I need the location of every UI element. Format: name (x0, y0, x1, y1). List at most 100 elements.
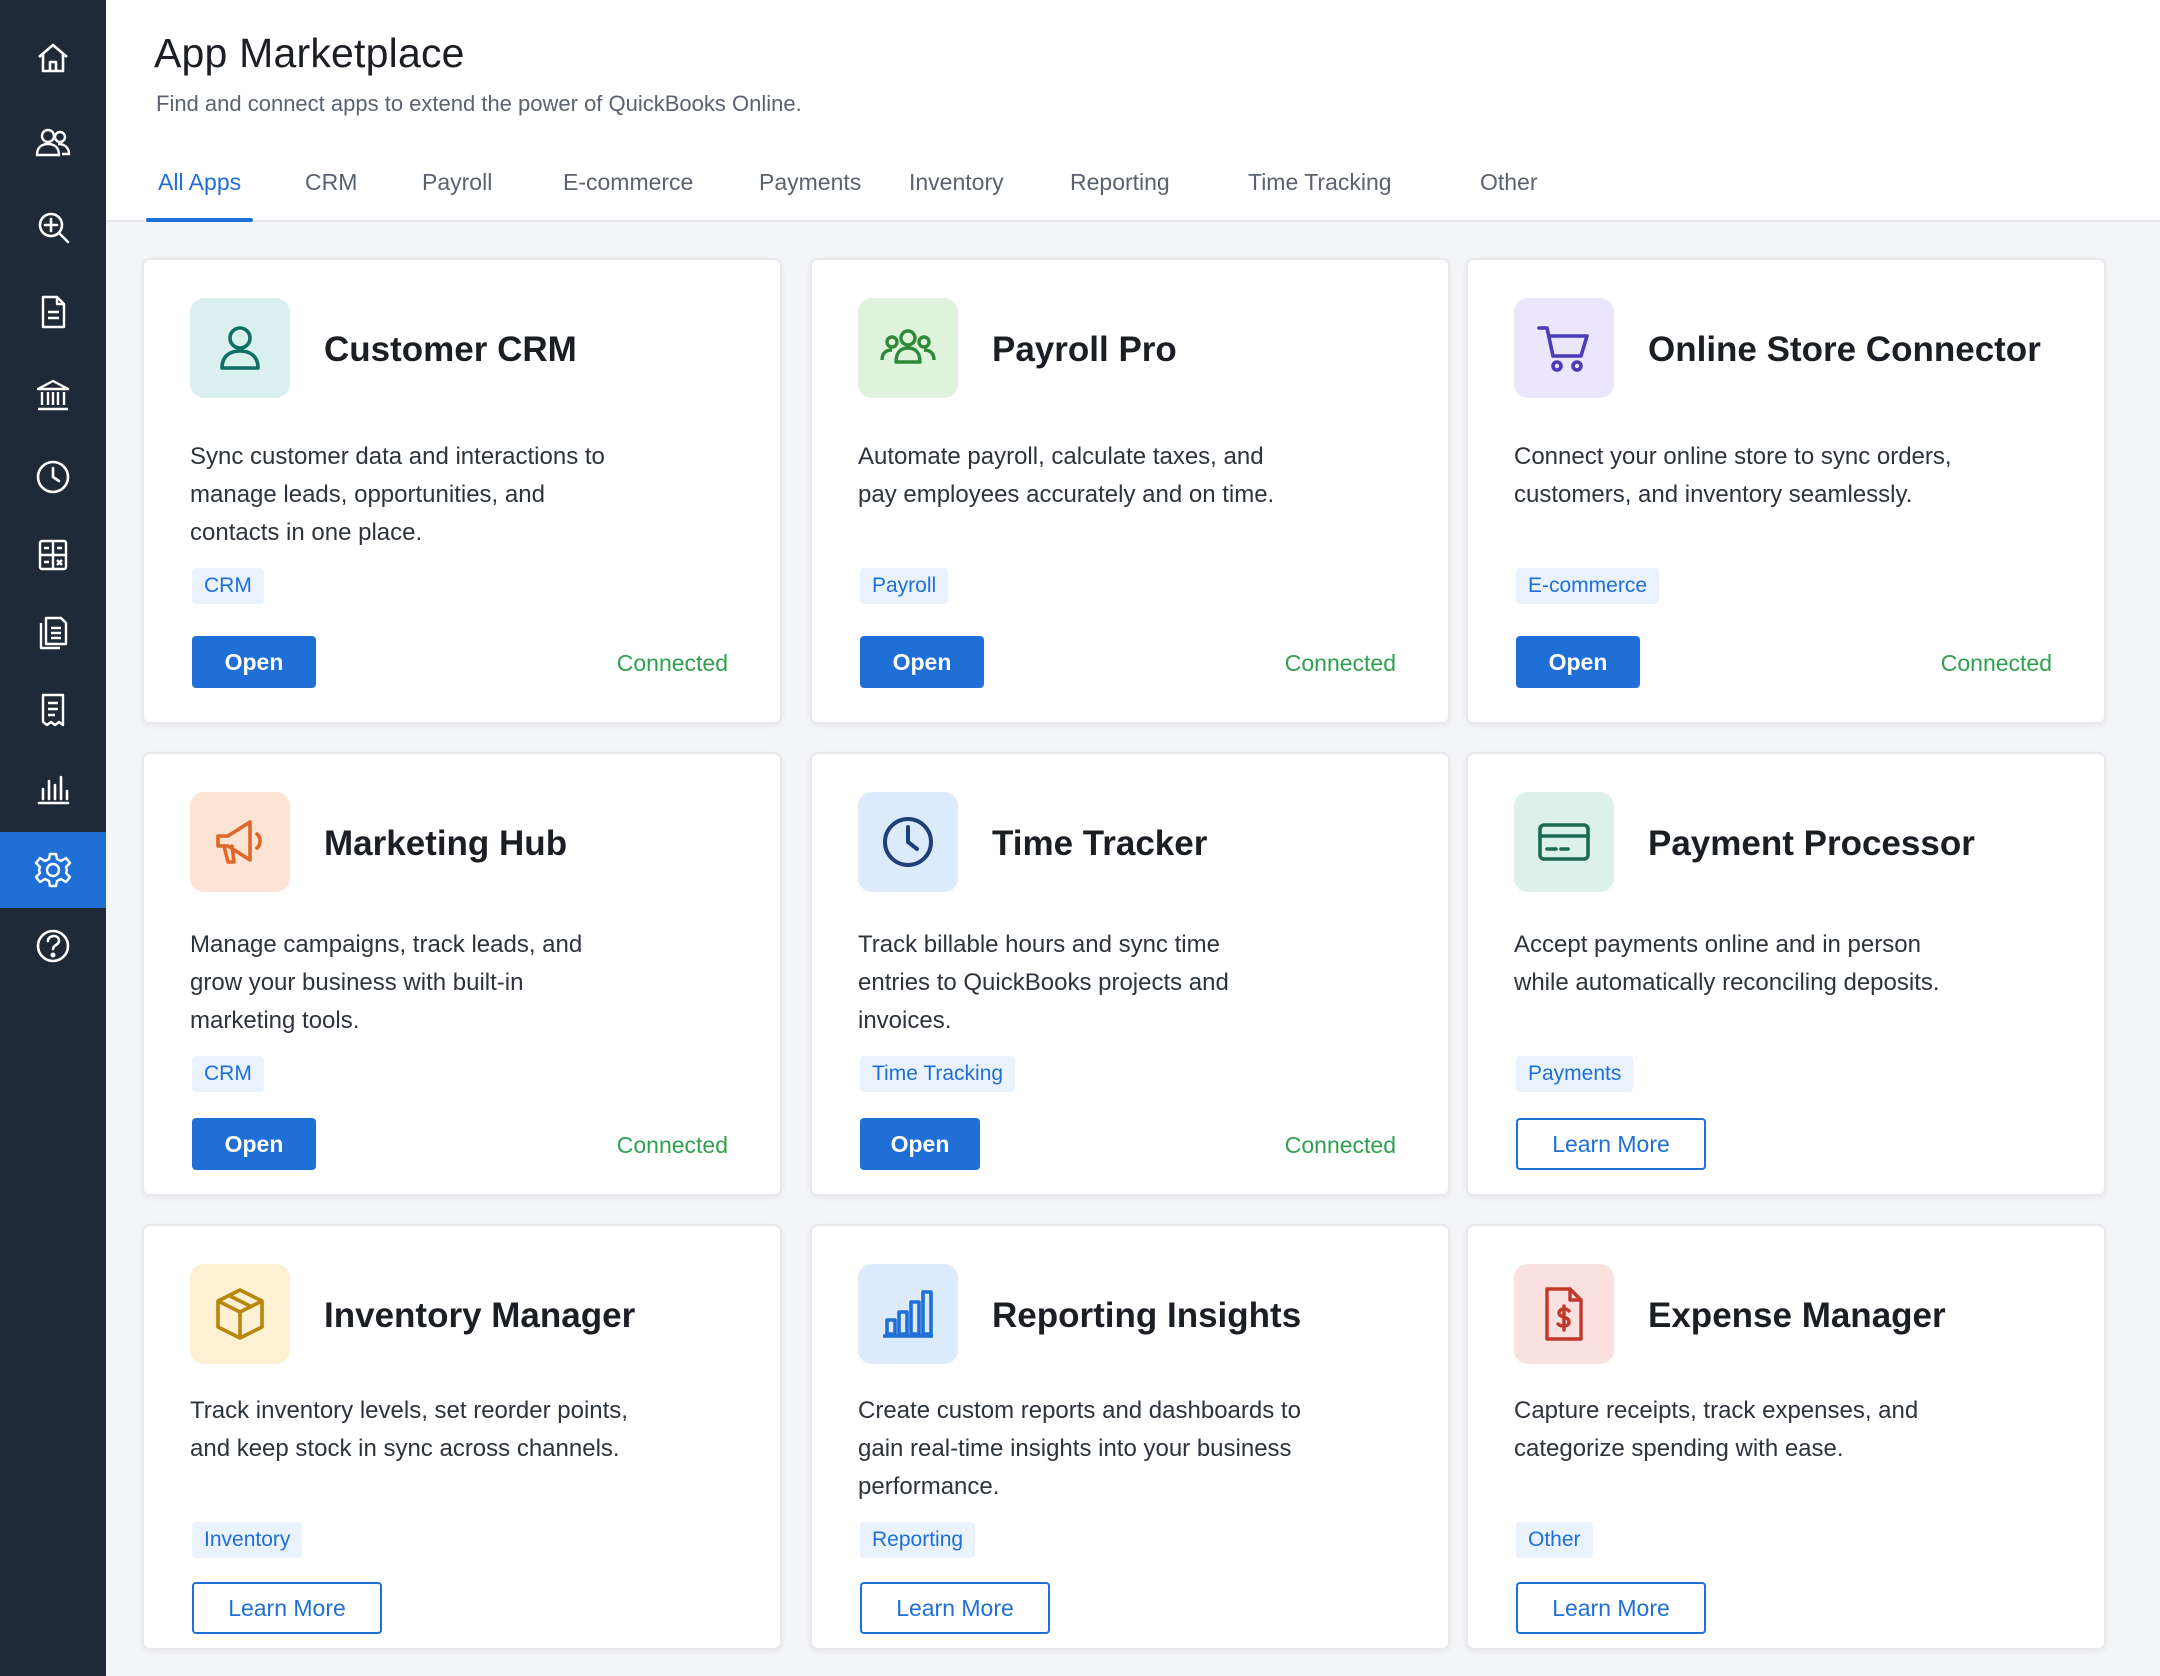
category-tag: Payments (1516, 1056, 1634, 1092)
tab-crm[interactable]: CRM (293, 160, 369, 222)
app-description: Track billable hours and sync time entri… (858, 931, 1229, 1034)
category-tag: E-commerce (1516, 568, 1660, 604)
learn-more-button[interactable]: Learn More (1516, 1582, 1706, 1634)
app-card-expense-manager: Expense Manager Capture receipts, track … (1466, 1224, 2106, 1650)
sidebar-item-customers[interactable] (0, 105, 106, 181)
documents-icon (39, 616, 68, 650)
app-card-inventory-manager: Inventory Manager Track inventory levels… (142, 1224, 782, 1650)
app-description: Manage campaigns, track leads, and grow … (190, 931, 583, 1034)
calculator-icon (38, 539, 68, 571)
category-tag: Payroll (860, 568, 949, 604)
app-icon-tile (190, 298, 290, 398)
sidebar-item-settings[interactable] (0, 832, 106, 908)
sidebar-item-documents[interactable] (0, 274, 106, 350)
app-title: Time Tracker (992, 824, 1208, 863)
bank-icon (36, 379, 70, 411)
app-title: Customer CRM (324, 330, 577, 369)
learn-more-button[interactable]: Learn More (860, 1582, 1050, 1634)
open-button[interactable]: Open (860, 1118, 980, 1170)
connected-status: Connected (1284, 1132, 1396, 1158)
credit-card-icon (1538, 823, 1590, 861)
tab-payroll[interactable]: Payroll (410, 160, 504, 222)
users-icon (35, 128, 71, 157)
open-button[interactable]: Open (192, 1118, 316, 1170)
megaphone-icon (216, 820, 262, 864)
app-icon-tile (190, 1264, 290, 1364)
app-title: Payroll Pro (992, 330, 1177, 369)
category-tag: CRM (192, 568, 264, 604)
category-tag: Other (1516, 1522, 1593, 1558)
sidebar-item-time[interactable] (0, 439, 106, 515)
clock-icon (883, 817, 933, 867)
app-description: Track inventory levels, set reorder poin… (190, 1397, 628, 1462)
app-icon-tile (858, 298, 958, 398)
category-tag: Reporting (860, 1522, 976, 1558)
tab-payments[interactable]: Payments (747, 160, 873, 222)
connected-status: Connected (1284, 650, 1396, 676)
main-content: App Marketplace Find and connect apps to… (106, 0, 2160, 1676)
app-icon-tile (858, 1264, 958, 1364)
app-icon-tile (190, 792, 290, 892)
app-icon-tile (1514, 792, 1614, 892)
category-tag: CRM (192, 1056, 264, 1092)
box-icon (216, 1288, 264, 1340)
app-description: Accept payments online and in person whi… (1514, 931, 1940, 996)
person-icon (220, 326, 260, 370)
learn-more-button[interactable]: Learn More (1516, 1118, 1706, 1170)
tab-e-commerce[interactable]: E-commerce (551, 160, 705, 222)
sidebar-item-bills[interactable] (0, 672, 106, 748)
cart-icon (1537, 326, 1589, 372)
open-button[interactable]: Open (1516, 636, 1640, 688)
team-icon (880, 329, 936, 364)
tab-time-tracking[interactable]: Time Tracking (1236, 160, 1404, 222)
category-tag: Inventory (192, 1522, 303, 1558)
bar-chart-icon (37, 775, 70, 805)
app-card-payroll-pro: Payroll Pro Automate payroll, calculate … (810, 258, 1450, 724)
help-icon (36, 929, 70, 963)
home-icon (38, 43, 68, 73)
expense-icon (1545, 1287, 1583, 1341)
open-button[interactable]: Open (192, 636, 316, 688)
app-description: Connect your online store to sync orders… (1514, 443, 1952, 508)
page-subtitle: Find and connect apps to extend the powe… (156, 91, 802, 116)
app-description: Capture receipts, track expenses, and ca… (1514, 1397, 1919, 1462)
open-button[interactable]: Open (860, 636, 984, 688)
sidebar-item-search[interactable] (0, 189, 106, 265)
category-tag: Time Tracking (860, 1056, 1016, 1092)
tab-other[interactable]: Other (1468, 160, 1550, 222)
connected-status: Connected (616, 1132, 728, 1158)
tab-all-apps[interactable]: All Apps (146, 160, 254, 222)
app-title: Marketing Hub (324, 824, 568, 863)
learn-more-button[interactable]: Learn More (192, 1582, 382, 1634)
app-icon-tile (1514, 298, 1614, 398)
sidebar-item-help[interactable] (0, 908, 106, 984)
app-description: Sync customer data and interactions to m… (190, 443, 605, 546)
page-header: App Marketplace Find and connect apps to… (106, 0, 2160, 222)
tab-inventory[interactable]: Inventory (897, 160, 1016, 222)
app-card-online-store-connector: Online Store Connector Connect your onli… (1466, 258, 2106, 724)
document-icon (41, 295, 66, 329)
connected-status: Connected (616, 650, 728, 676)
sidebar-item-home[interactable] (0, 20, 106, 96)
sidebar-item-banking[interactable] (0, 357, 106, 433)
app-title: Inventory Manager (324, 1296, 636, 1335)
receipt-icon (41, 693, 65, 727)
app-description: Create custom reports and dashboards to … (858, 1397, 1301, 1500)
tab-reporting[interactable]: Reporting (1058, 160, 1182, 222)
app-card-marketing-hub: Marketing Hub Manage campaigns, track le… (142, 752, 782, 1196)
sidebar-item-analytics[interactable] (0, 751, 106, 827)
bar-chart-icon (883, 1290, 933, 1338)
sidebar (0, 0, 106, 1676)
app-card-reporting-insights: Reporting Insights Create custom reports… (810, 1224, 1450, 1650)
page-title: App Marketplace (154, 30, 465, 76)
app-card-customer-crm: Customer CRM Sync customer data and inte… (142, 258, 782, 724)
connected-status: Connected (1940, 650, 2052, 676)
app-title: Online Store Connector (1648, 330, 2041, 369)
sidebar-item-reports[interactable] (0, 594, 106, 670)
search-plus-icon (38, 212, 70, 244)
sidebar-item-calculator[interactable] (0, 517, 106, 593)
app-card-payment-processor: Payment Processor Accept payments online… (1466, 752, 2106, 1196)
app-title: Expense Manager (1648, 1296, 1946, 1335)
app-title: Reporting Insights (992, 1296, 1302, 1335)
app-icon-tile (1514, 1264, 1614, 1364)
